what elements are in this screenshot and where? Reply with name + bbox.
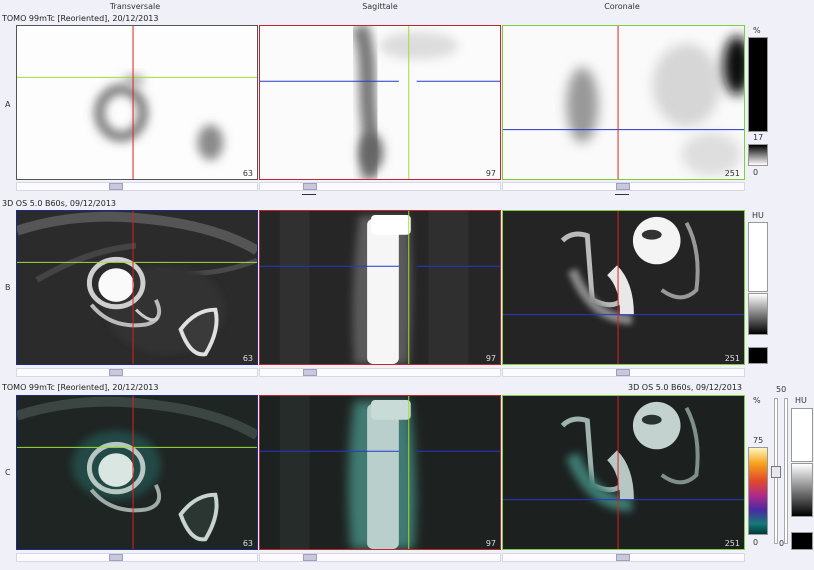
spect-coronal-image [503,26,744,179]
fusion-transverse-image [17,396,257,549]
scroll-thumb[interactable] [109,183,123,190]
column-header-sagittal: Sagittale [362,2,398,11]
scale-max-a: 17 [753,133,764,142]
scrollbar-c-transverse[interactable] [16,553,258,562]
scroll-thumb[interactable] [109,369,123,376]
scale-min-a: 0 [753,168,759,177]
series-label-row-b: 3D OS 5.0 B60s, 09/12/2013 [2,199,117,208]
colorbar-a [748,37,768,132]
viewport-a-sagittal[interactable]: 97 [259,25,501,180]
viewport-c-coronal[interactable]: 251 [502,395,745,550]
slice-number: 63 [242,354,253,363]
scroll-thumb[interactable] [616,183,630,190]
slice-number: 251 [724,169,740,178]
colorbar-c-spect [748,447,768,535]
fusion-coronal-image [503,396,744,549]
colorbar-c-ct-lower [791,532,813,550]
viewport-b-sagittal[interactable]: 97 [259,210,501,365]
marker-underline [615,194,629,195]
fusion-slider-handle[interactable] [771,466,781,478]
row-label-a: A [5,100,11,109]
scale-unit-c-spect: % [753,396,761,405]
scale-unit-c-ct: HU [795,396,807,405]
scrollbar-c-coronal[interactable] [502,553,745,562]
scale-unit-a: % [753,26,761,35]
row-label-b: B [5,283,11,292]
ct-coronal-image [503,211,744,364]
slice-number: 97 [485,539,496,548]
series-label-row-a: TOMO 99mTc [Reoriented], 20/12/2013 [2,14,159,23]
colorbar-c-ct-upper [791,408,813,462]
viewport-b-coronal[interactable]: 251 [502,210,745,365]
colorbar-b-window[interactable] [748,293,768,335]
scroll-thumb[interactable] [303,369,317,376]
marker-underline [302,194,316,195]
scrollbar-b-sagittal[interactable] [259,368,501,377]
slice-number: 251 [724,354,740,363]
colorbar-a-window[interactable] [748,144,768,166]
series-label-row-c: TOMO 99mTc [Reoriented], 20/12/2013 [2,383,159,392]
scrollbar-c-sagittal[interactable] [259,553,501,562]
colorbar-b-lower [748,347,768,364]
slice-number: 63 [242,539,253,548]
series-label-row-c-right: 3D OS 5.0 B60s, 09/12/2013 [628,383,743,392]
scale-max-c: 75 [753,436,764,445]
column-header-coronal: Coronale [604,2,640,11]
slice-number: 97 [485,354,496,363]
spect-sagittal-image [260,26,500,179]
viewport-a-transverse[interactable]: 63 [16,25,258,180]
slice-number: 97 [485,169,496,178]
viewport-c-transverse[interactable]: 63 [16,395,258,550]
scrollbar-a-sagittal[interactable] [259,182,501,191]
viewport-c-sagittal[interactable]: 97 [259,395,501,550]
scroll-thumb[interactable] [616,554,630,561]
ct-sagittal-image [260,211,500,364]
colorbar-c-ct-window[interactable] [791,463,813,517]
scrollbar-b-transverse[interactable] [16,368,258,377]
scrollbar-b-coronal[interactable] [502,368,745,377]
scroll-thumb[interactable] [616,369,630,376]
scroll-thumb[interactable] [303,183,317,190]
ct-transverse-image [17,211,257,364]
slice-number: 251 [724,539,740,548]
viewport-a-coronal[interactable]: 251 [502,25,745,180]
scroll-thumb[interactable] [303,554,317,561]
fusion-sagittal-image [260,396,500,549]
scrollbar-a-coronal[interactable] [502,182,745,191]
scroll-thumb[interactable] [109,554,123,561]
spect-transverse-image [17,26,257,179]
slice-number: 63 [242,169,253,178]
scale-min-c: 0 [753,538,759,547]
row-label-c: C [5,468,11,477]
scale-unit-b: HU [752,211,764,220]
colorbar-b-upper [748,222,768,292]
scrollbar-a-transverse[interactable] [16,182,258,191]
viewport-b-transverse[interactable]: 63 [16,210,258,365]
column-header-transverse: Transversale [109,2,161,11]
window-slider-track[interactable] [784,398,788,544]
scale-top-c: 50 [776,385,787,394]
